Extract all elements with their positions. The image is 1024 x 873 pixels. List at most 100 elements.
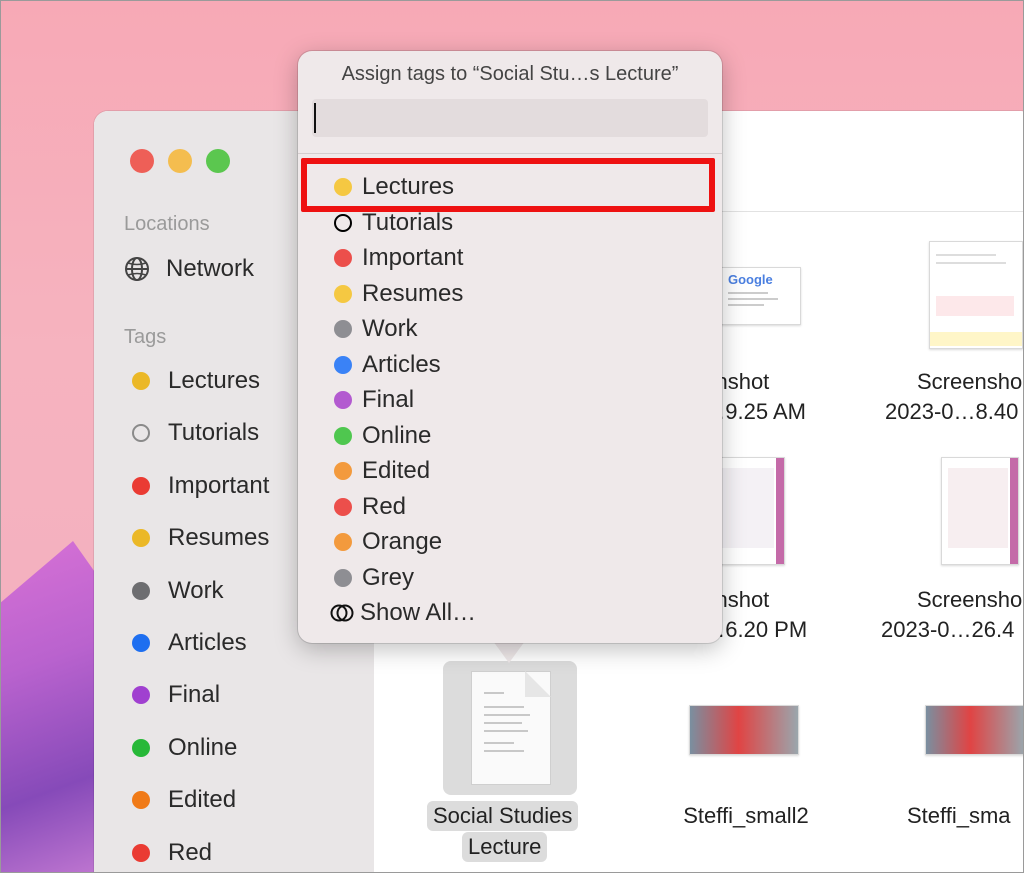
tag-color-dot-icon — [334, 355, 352, 374]
tag-option[interactable]: Red — [334, 490, 406, 524]
tag-option-label: Resumes — [362, 279, 464, 307]
screenshot-thumbnail[interactable] — [941, 457, 1019, 565]
screenshot-thumbnail[interactable] — [929, 241, 1023, 349]
tag-option[interactable]: Final — [334, 383, 414, 417]
tag-option-label: Red — [362, 492, 407, 520]
file-name: Steffi_small2 — [683, 803, 809, 828]
desktop: Locations Network Tags Lectures Tutorials… — [0, 0, 1024, 873]
tag-option[interactable]: Work — [334, 312, 418, 346]
file-name: 2023-0…26.4 — [881, 617, 1015, 642]
tag-color-dot-icon — [132, 634, 150, 652]
show-all-label: Show All… — [360, 599, 477, 626]
tags-heading: Tags — [124, 326, 167, 348]
tag-option[interactable]: Online — [334, 419, 431, 453]
close-window-button[interactable] — [130, 149, 154, 173]
sidebar-item-label: Network — [166, 255, 255, 282]
sidebar-item-label: Online — [168, 733, 238, 761]
sidebar-item-tag[interactable]: Lectures — [124, 361, 260, 401]
tag-color-dot-icon — [334, 249, 352, 267]
sidebar-item-tag[interactable]: Edited — [124, 780, 236, 820]
overlapping-circles-icon — [330, 604, 354, 622]
image-thumbnail[interactable] — [925, 705, 1023, 755]
sidebar-item-tag[interactable]: Final — [124, 675, 220, 715]
tag-option-label: Important — [362, 244, 464, 271]
screenshot-thumbnail[interactable]: Google — [721, 267, 801, 325]
tag-color-dot-icon — [334, 284, 352, 303]
tag-color-dot-icon — [132, 686, 150, 705]
locations-heading: Locations — [124, 213, 210, 235]
tag-color-dot-icon — [132, 476, 150, 495]
tag-option-label: Grey — [362, 563, 415, 591]
sidebar-item-tag[interactable]: Tutorials — [124, 413, 259, 453]
thumbnail-text: Google — [728, 272, 773, 287]
tag-color-dot-icon — [132, 738, 150, 757]
tag-color-dot-icon — [132, 424, 150, 443]
tag-option-label: Work — [362, 315, 418, 342]
sidebar-item-network[interactable]: Network — [124, 249, 254, 289]
file-item[interactable]: Steffi_small2 — [671, 801, 821, 831]
sidebar-item-tag[interactable]: Red — [124, 833, 213, 872]
tag-color-dot-icon — [132, 843, 150, 862]
sidebar-item-label: Important — [168, 471, 270, 499]
globe-icon — [125, 257, 149, 281]
document-icon[interactable] — [471, 671, 551, 785]
tag-color-dot-icon — [132, 529, 150, 548]
tag-color-dot-icon — [132, 372, 150, 390]
tag-option[interactable]: Grey — [334, 561, 414, 595]
sidebar-item-tag[interactable]: Online — [124, 728, 237, 768]
sidebar-item-tag[interactable]: Work — [124, 571, 224, 611]
show-all-tags-button[interactable]: Show All… — [330, 596, 476, 630]
popover-divider — [298, 153, 722, 154]
sidebar-item-label: Resumes — [168, 524, 270, 552]
file-item[interactable]: Screensho 2023-0…8.40 — [885, 367, 1023, 427]
tag-color-dot-icon — [334, 568, 352, 587]
text-caret — [314, 103, 316, 133]
sidebar-item-label: Tutorials — [168, 419, 260, 447]
file-name: Steffi_sma — [907, 803, 1011, 828]
tag-option[interactable]: Edited — [334, 454, 430, 488]
sidebar-item-label: Red — [168, 838, 213, 866]
sidebar-item-label: Lectures — [168, 367, 261, 394]
tag-color-dot-icon — [334, 320, 352, 338]
tag-option-label: Tutorials — [362, 208, 454, 236]
sidebar-item-label: Final — [168, 681, 221, 709]
sidebar-item-tag[interactable]: Articles — [124, 623, 247, 663]
tag-color-dot-icon — [132, 581, 150, 600]
tag-option-label: Articles — [362, 350, 441, 378]
sidebar-item-label: Edited — [168, 786, 237, 814]
tag-color-dot-icon — [334, 391, 352, 409]
tag-option-label: Edited — [362, 457, 431, 484]
sidebar-item-label: Articles — [168, 629, 247, 656]
tag-option-label: Online — [362, 421, 432, 449]
annotation-highlight-box — [301, 158, 715, 212]
file-item[interactable]: Steffi_sma — [907, 801, 1023, 831]
file-name: 2023-0…8.40 — [885, 399, 1019, 424]
popover-arrow — [493, 641, 525, 663]
selected-file-name: Lecture — [462, 832, 548, 862]
file-item[interactable]: Screensho 2023-0…26.4 — [881, 585, 1023, 645]
sidebar-item-label: Work — [168, 576, 224, 604]
sidebar-item-tag[interactable]: Important — [124, 466, 269, 506]
tag-option[interactable]: Orange — [334, 525, 442, 559]
assign-tags-popover: Assign tags to “Social Stu…s Lecture” Le… — [298, 51, 722, 643]
file-name: Screensho — [917, 587, 1023, 612]
tag-option-label: Final — [362, 386, 415, 413]
tag-option[interactable]: Important — [334, 241, 463, 275]
tag-color-dot-icon — [334, 426, 352, 445]
tag-color-dot-icon — [132, 791, 150, 810]
zoom-window-button[interactable] — [206, 149, 230, 173]
tag-color-dot-icon — [334, 497, 352, 516]
minimize-window-button[interactable] — [168, 149, 192, 173]
tag-color-dot-icon — [334, 533, 352, 551]
tag-option[interactable]: Articles — [334, 348, 441, 382]
selected-file-name: Social Studies — [427, 801, 579, 831]
sidebar-item-tag[interactable]: Resumes — [124, 518, 269, 558]
tag-color-dot-icon — [334, 462, 352, 480]
tag-option-label: Orange — [362, 528, 443, 555]
file-name: Screensho — [917, 369, 1023, 394]
image-thumbnail[interactable] — [689, 705, 799, 755]
tag-search-input[interactable] — [312, 99, 708, 137]
popover-title: Assign tags to “Social Stu…s Lecture” — [341, 63, 679, 85]
tag-color-dot-icon — [334, 213, 352, 232]
tag-option[interactable]: Resumes — [334, 277, 463, 311]
